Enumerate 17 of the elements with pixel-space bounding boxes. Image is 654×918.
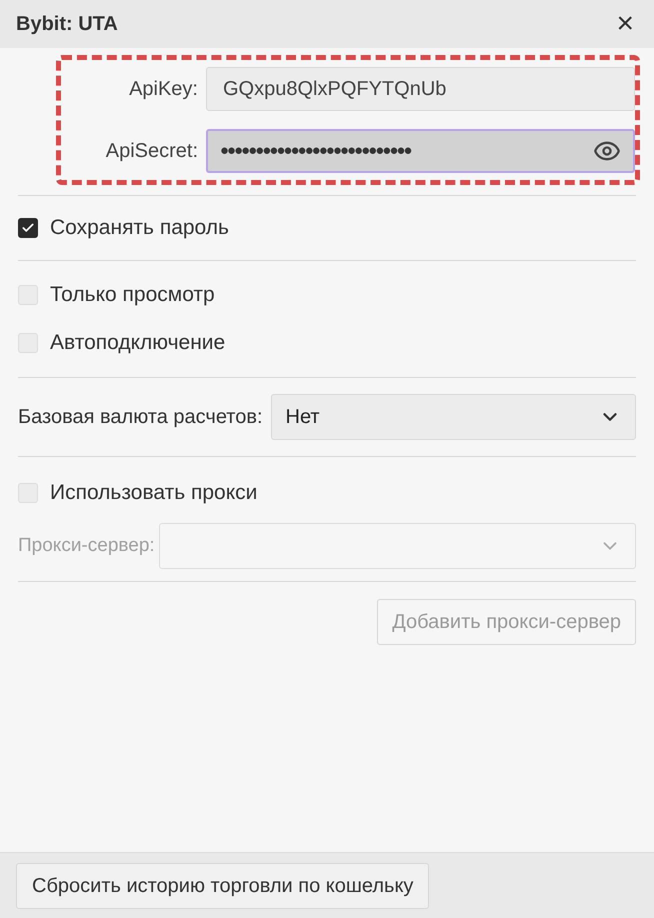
field-label: ApiSecret: (104, 139, 198, 164)
checkbox[interactable] (18, 218, 38, 238)
field-label: ApiKey: (128, 77, 198, 102)
reset-history-button[interactable]: Сбросить историю торговли по кошельку (16, 862, 430, 908)
api-key-field[interactable]: GQxpu8QlxPQFYTQnUb (206, 67, 635, 111)
window-title: Bybit: UTA (16, 12, 118, 37)
close-button[interactable]: × (612, 9, 638, 39)
checkbox-label: Только просмотр (50, 282, 215, 308)
proxy-label: Прокси-сервер: (18, 534, 155, 558)
checkbox-label: Сохранять пароль (50, 215, 229, 242)
checkbox-label: Использовать прокси (50, 480, 258, 506)
currency-dropdown[interactable]: Нет (270, 394, 636, 440)
check-icon (21, 221, 35, 235)
currency-label: Базовая валюта расчетов: (18, 405, 263, 430)
checkbox-label: Автоподключение (50, 330, 226, 356)
api-secret-field[interactable]: ●●●●●●●●●●●●●●●●●●●●●●●●●●● (206, 129, 635, 173)
masked-secret: ●●●●●●●●●●●●●●●●●●●●●●●●●●● (220, 140, 411, 161)
